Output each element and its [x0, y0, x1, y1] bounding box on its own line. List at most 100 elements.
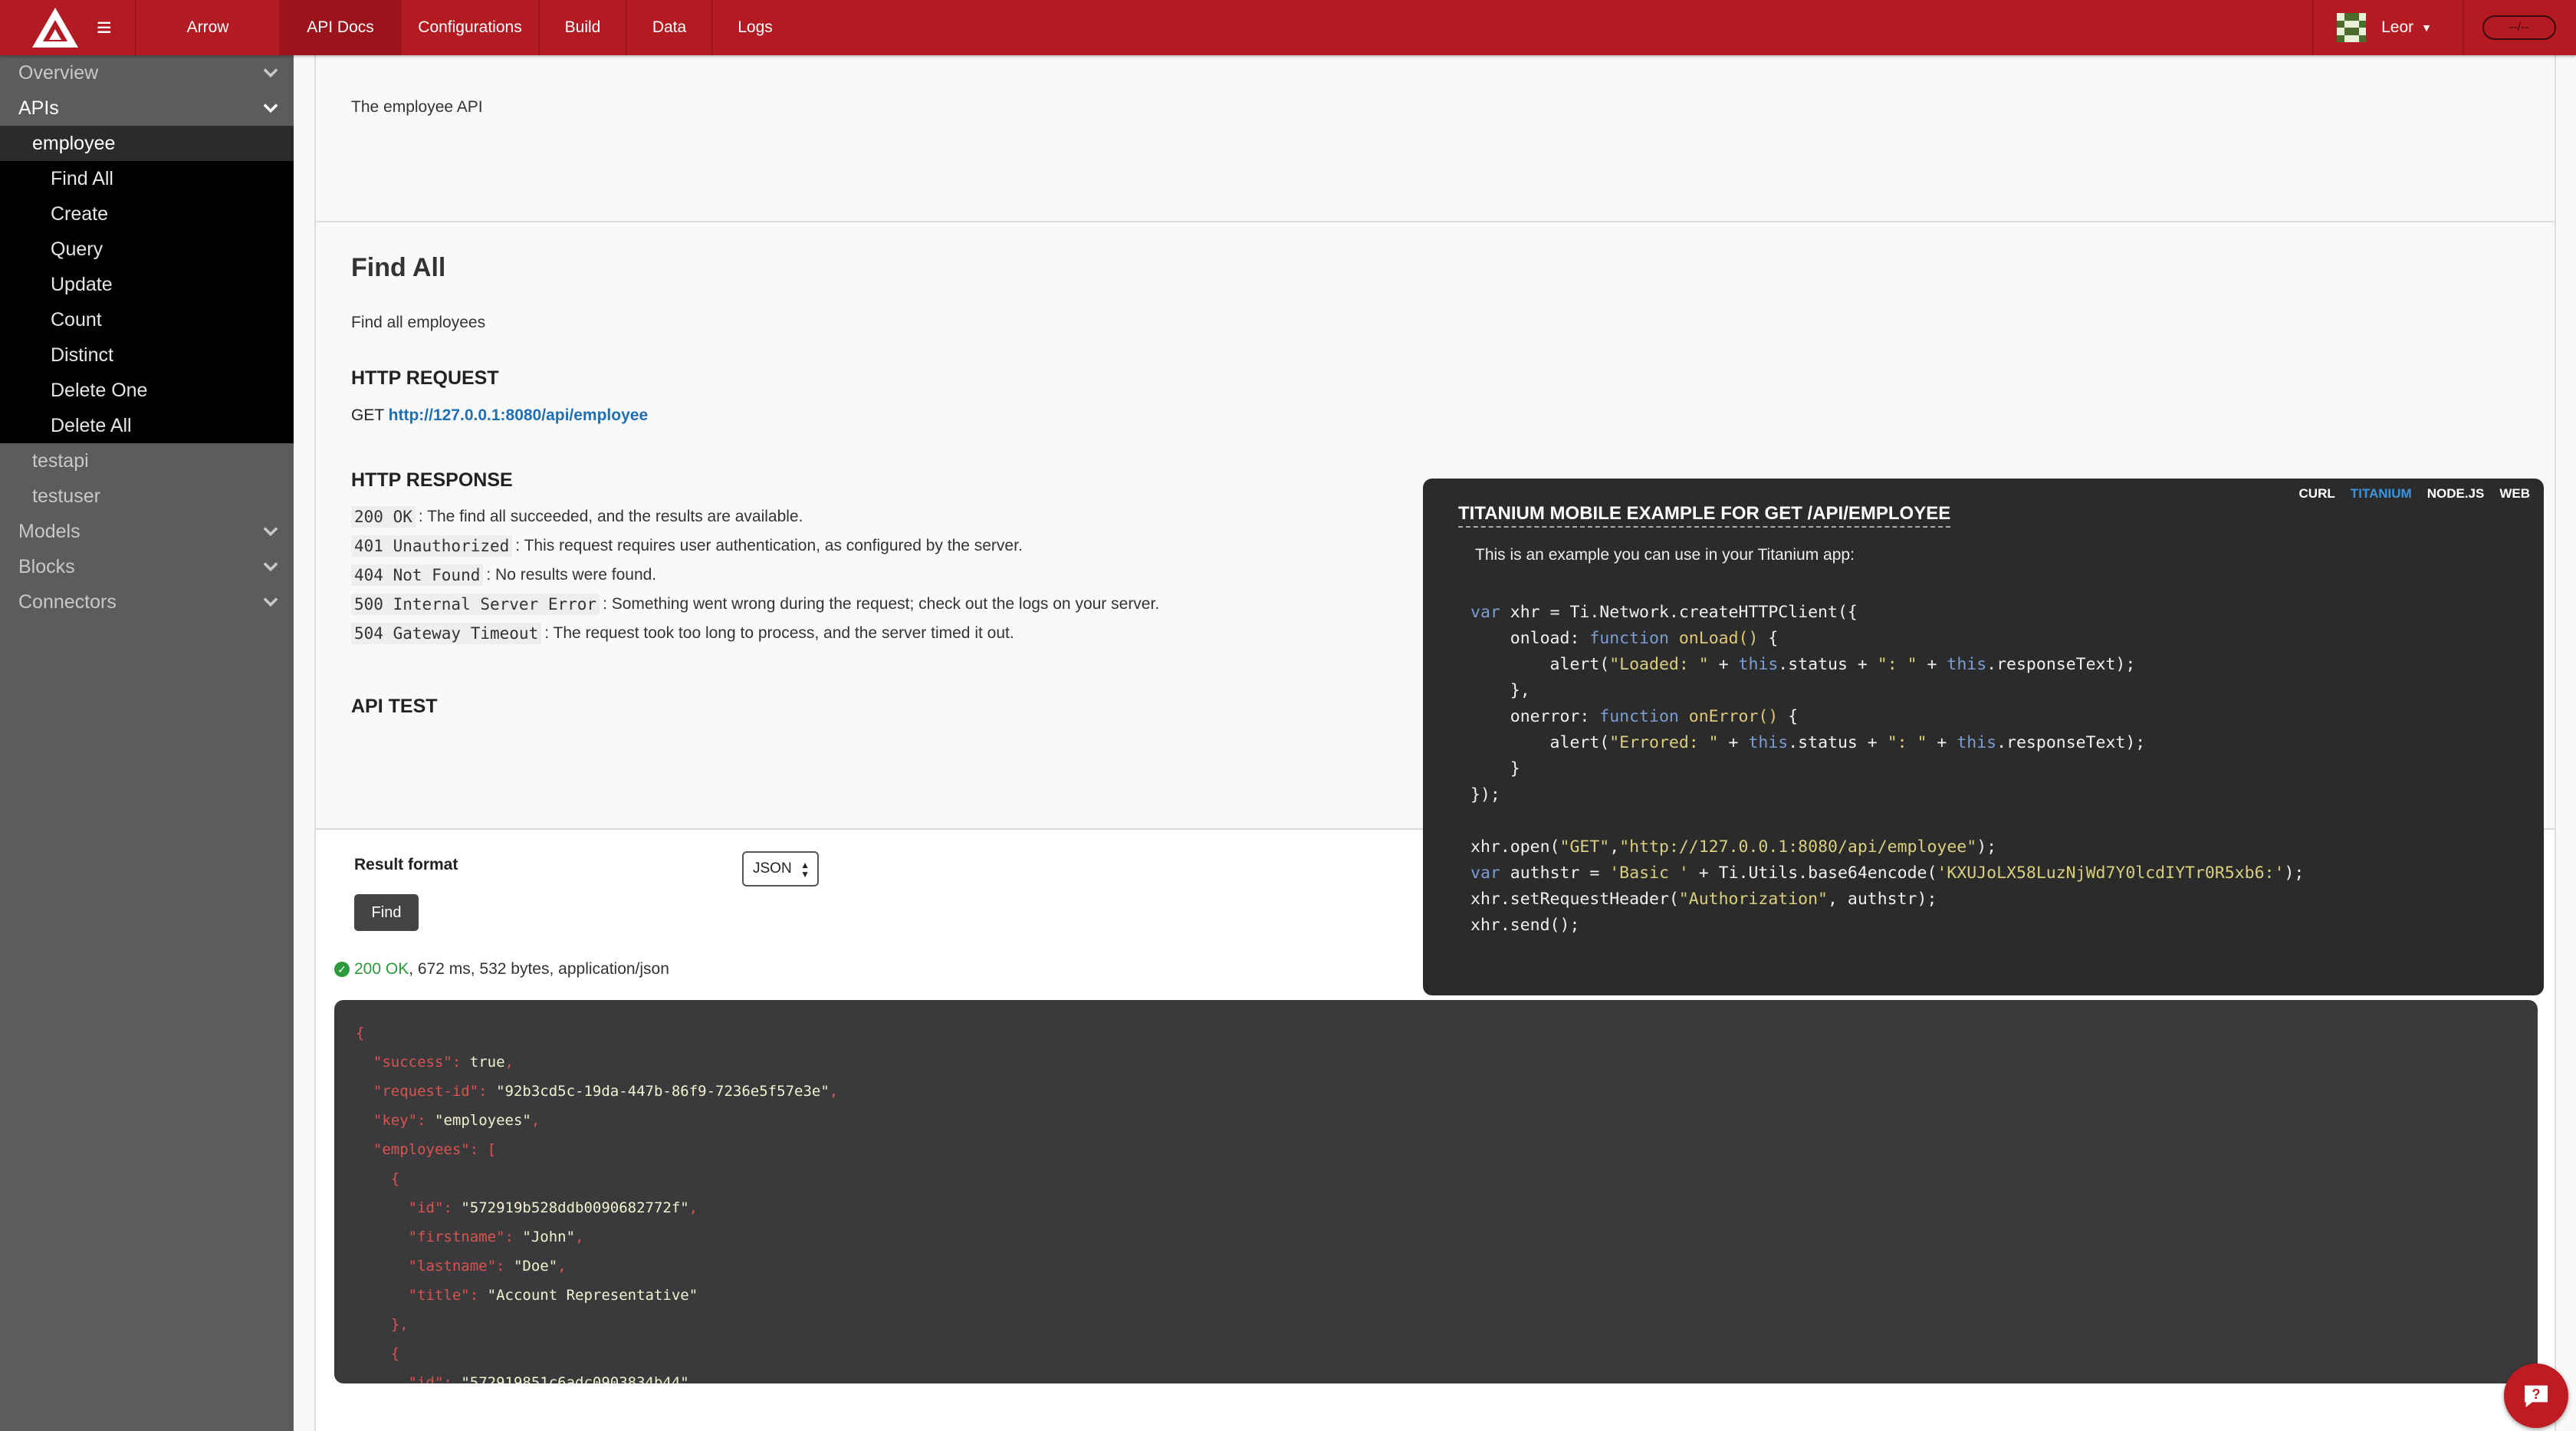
sidebar-item-label: Query: [51, 238, 104, 260]
api-intro: The employee API: [316, 55, 2555, 222]
sidebar-item-apis[interactable]: APIs: [0, 90, 294, 126]
sidebar-item-find-all[interactable]: Find All: [0, 161, 294, 196]
json-result[interactable]: { "success": true, "request-id": "92b3cd…: [334, 1000, 2538, 1383]
status-ok: 200 OK: [354, 960, 409, 978]
sidebar-item-count[interactable]: Count: [0, 302, 294, 337]
response-status: ✓ 200 OK , 672 ms, 532 bytes, applicatio…: [334, 960, 669, 979]
sidebar-item-label: Connectors: [18, 590, 117, 613]
select-arrows-icon: ▲ ▼: [800, 860, 810, 880]
find-all-section: Find All Find all employees HTTP REQUEST…: [316, 222, 2555, 995]
tab-nodejs[interactable]: NODE.JS: [2427, 486, 2485, 502]
status-pill[interactable]: --/--: [2482, 15, 2556, 40]
help-chat-icon: ?: [2525, 1385, 2548, 1407]
response-code: 404 Not Found: [351, 564, 484, 586]
help-chat-button[interactable]: ?: [2504, 1364, 2568, 1428]
chevron-down-icon: [263, 527, 278, 537]
response-code: 200 OK: [351, 506, 416, 528]
main-content: The employee API Find All Find all emplo…: [314, 55, 2556, 1431]
main-nav: Arrow API Docs Configurations Build Data…: [136, 0, 797, 55]
endpoint-description: Find all employees: [351, 314, 486, 331]
response-text: : Something went wrong during the reques…: [603, 595, 1160, 613]
sidebar-item-delete-all[interactable]: Delete All: [0, 408, 294, 443]
http-request-heading: HTTP REQUEST: [351, 367, 499, 389]
nav-data[interactable]: Data: [627, 0, 713, 55]
tab-web[interactable]: WEB: [2499, 486, 2530, 502]
sidebar-item-label: Distinct: [51, 344, 113, 366]
example-tabs: CURL TITANIUM NODE.JS WEB: [2299, 486, 2530, 502]
response-text: : The request took too long to process, …: [544, 624, 1014, 642]
check-circle-icon: ✓: [334, 962, 350, 977]
nav-logs[interactable]: Logs: [713, 0, 797, 55]
response-code: 504 Gateway Timeout: [351, 623, 542, 644]
chevron-down-icon: [263, 597, 278, 607]
appcelerator-logo-icon: [32, 8, 78, 48]
sidebar-item-label: Models: [18, 520, 80, 542]
sidebar-item-blocks[interactable]: Blocks: [0, 549, 294, 584]
sidebar-item-distinct[interactable]: Distinct: [0, 337, 294, 373]
find-button[interactable]: Find: [354, 894, 419, 931]
top-right-area: Leor ▼ --/--: [2312, 0, 2576, 55]
response-text: : No results were found.: [486, 566, 657, 584]
sidebar-item-label: Overview: [18, 61, 99, 84]
nav-configurations[interactable]: Configurations: [402, 0, 540, 55]
sidebar-item-label: testapi: [32, 449, 89, 472]
status-details: , 672 ms, 532 bytes, application/json: [409, 960, 669, 978]
nav-api-docs[interactable]: API Docs: [281, 0, 402, 55]
sidebar-item-label: Blocks: [18, 555, 75, 577]
sidebar-item-create[interactable]: Create: [0, 196, 294, 232]
user-name: Leor: [2381, 18, 2414, 36]
result-format-row: Result format JSON ▲ ▼: [336, 830, 2516, 897]
sidebar-item-label: Create: [51, 202, 109, 225]
http-request-line: GET http://127.0.0.1:8080/api/employee: [351, 406, 2519, 425]
caret-down-icon: ▼: [2421, 21, 2432, 34]
json-output: { "success": true, "request-id": "92b3cd…: [356, 1025, 839, 1383]
api-description: The employee API: [351, 98, 483, 116]
svg-text:?: ?: [2532, 1386, 2540, 1402]
sidebar-item-label: Delete All: [51, 414, 132, 436]
sidebar-item-label: APIs: [18, 97, 59, 119]
arrow-logo[interactable]: ≡: [0, 0, 136, 55]
chevron-down-icon: [263, 68, 278, 78]
sidebar-item-testapi[interactable]: testapi: [0, 443, 294, 479]
sidebar-item-label: Count: [51, 308, 102, 331]
nav-label: Data: [652, 18, 687, 36]
select-value: JSON: [753, 860, 792, 877]
user-menu[interactable]: Leor ▼: [2312, 0, 2464, 55]
nav-label: Build: [564, 18, 601, 36]
result-format-select[interactable]: JSON ▲ ▼: [742, 851, 819, 887]
response-text: : The find all succeeded, and the result…: [418, 508, 803, 525]
sidebar-item-label: employee: [32, 132, 116, 154]
tab-curl[interactable]: CURL: [2299, 486, 2335, 502]
nav-label: API Docs: [307, 18, 374, 36]
apis-list: employee Find All Create Query Update Co…: [0, 126, 294, 514]
http-method: GET: [351, 406, 384, 424]
sidebar-item-testuser[interactable]: testuser: [0, 479, 294, 514]
sidebar-item-employee[interactable]: employee: [0, 126, 294, 161]
chevron-down-icon: [263, 104, 278, 113]
response-code: 500 Internal Server Error: [351, 594, 600, 615]
sidebar-item-connectors[interactable]: Connectors: [0, 584, 294, 620]
sidebar-item-models[interactable]: Models: [0, 514, 294, 549]
hamburger-menu-icon[interactable]: ≡: [97, 15, 112, 41]
chevron-down-icon: [263, 562, 278, 572]
sidebar-item-label: testuser: [32, 485, 100, 507]
nav-arrow[interactable]: Arrow: [136, 0, 281, 55]
example-title: TITANIUM MOBILE EXAMPLE FOR GET /API/EMP…: [1458, 503, 1951, 528]
example-note: This is an example you can use in your T…: [1475, 546, 1855, 564]
nav-label: Logs: [738, 18, 773, 36]
sidebar-item-update[interactable]: Update: [0, 267, 294, 302]
tab-titanium[interactable]: TITANIUM: [2351, 486, 2412, 502]
response-code: 401 Unauthorized: [351, 535, 513, 557]
sidebar-item-label: Find All: [51, 167, 113, 189]
nav-build[interactable]: Build: [540, 0, 627, 55]
endpoint-url-link[interactable]: http://127.0.0.1:8080/api/employee: [389, 406, 648, 424]
sidebar-item-overview[interactable]: Overview: [0, 55, 294, 90]
sidebar: Overview APIs employee Find All Create Q…: [0, 55, 294, 1431]
sidebar-item-label: Delete One: [51, 379, 148, 401]
nav-label: Arrow: [186, 18, 229, 36]
nav-label: Configurations: [418, 18, 522, 36]
employee-methods: Find All Create Query Update Count Disti…: [0, 161, 294, 443]
result-format-label: Result format: [354, 856, 458, 873]
sidebar-item-query[interactable]: Query: [0, 232, 294, 267]
sidebar-item-delete-one[interactable]: Delete One: [0, 373, 294, 408]
